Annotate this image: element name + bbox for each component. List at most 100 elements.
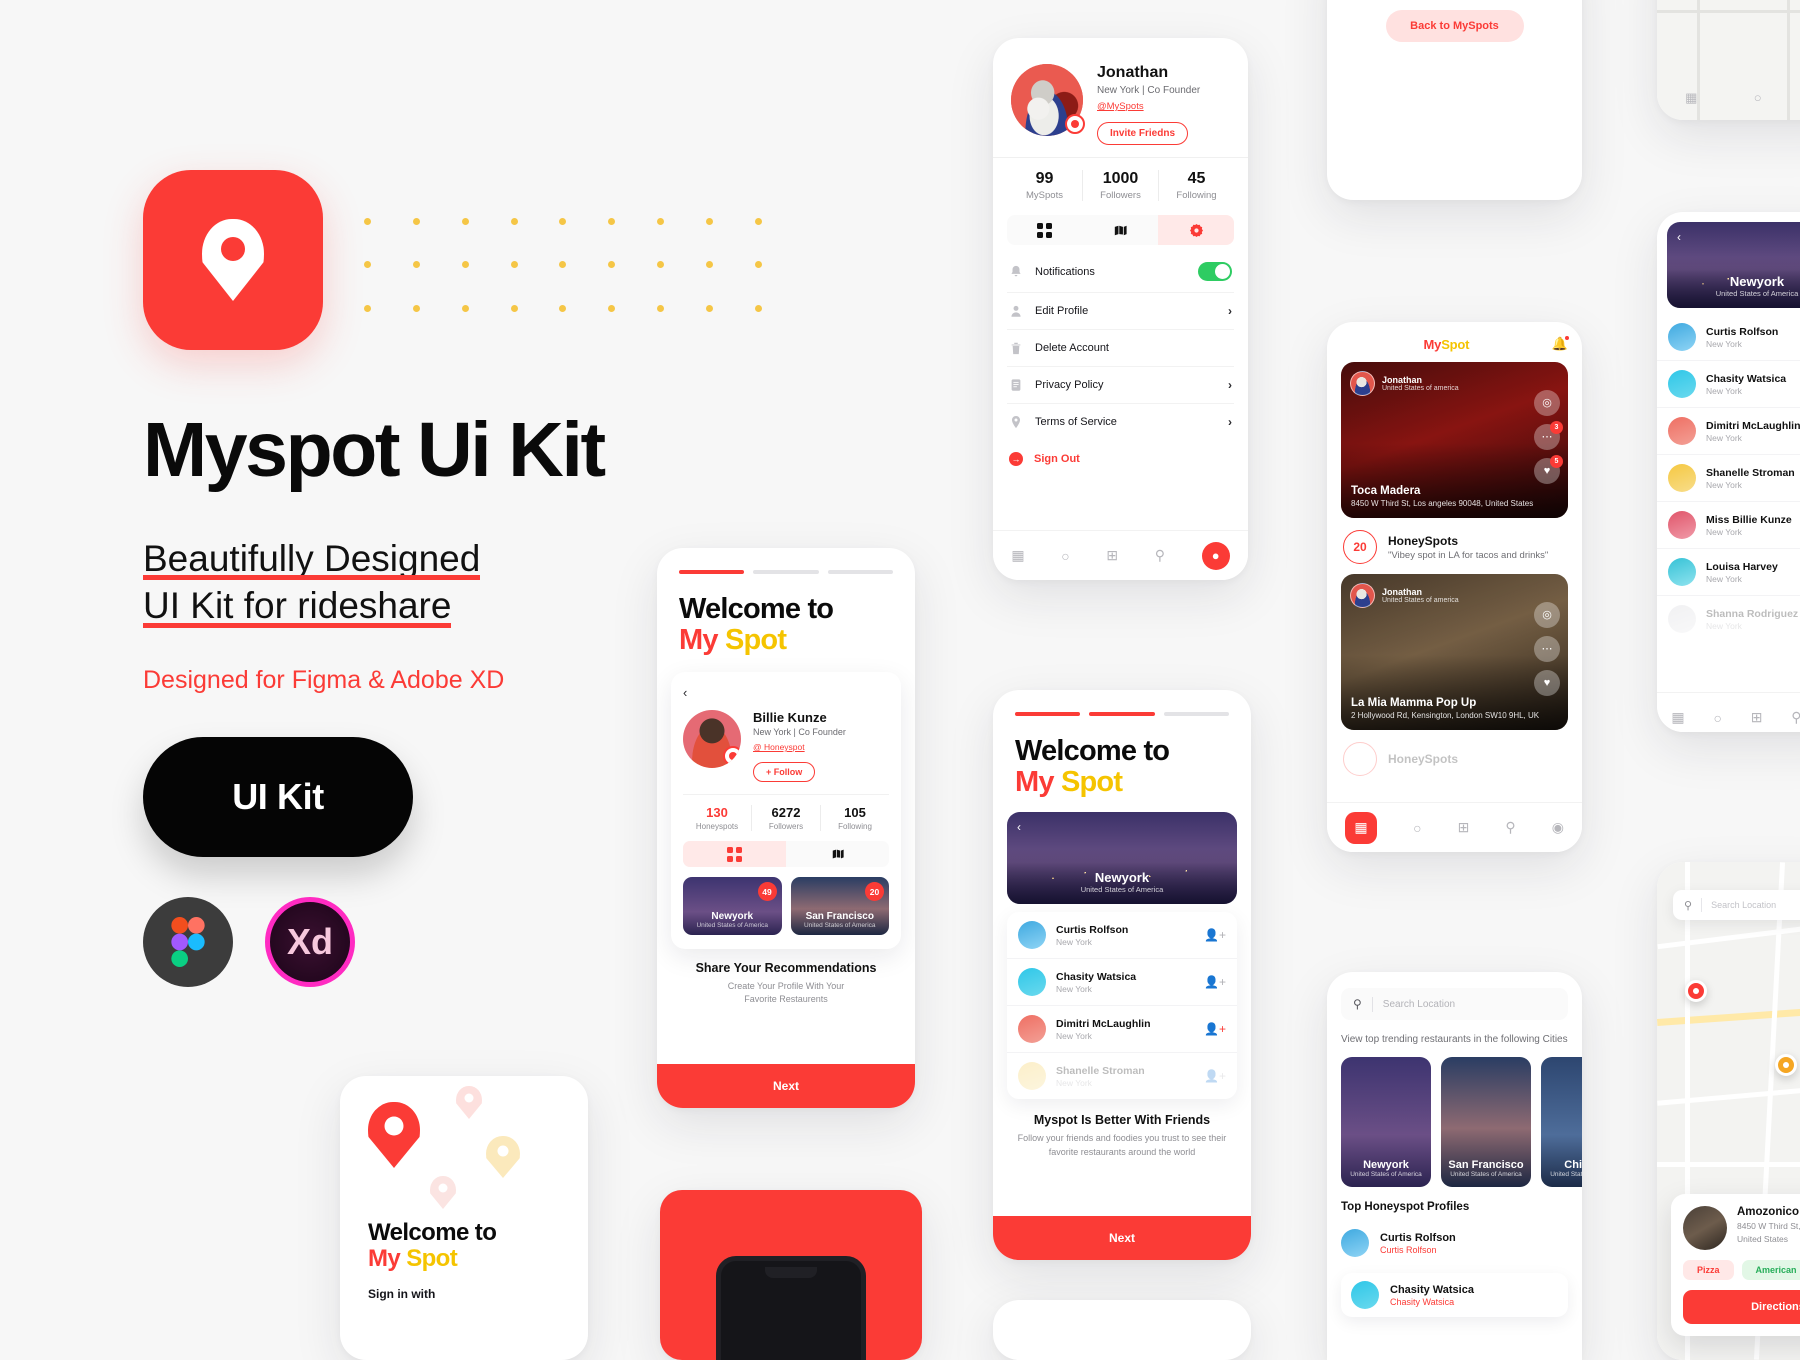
invite-friends-button[interactable]: Invite Friedns <box>1097 122 1189 145</box>
notification-bell-icon[interactable]: 🔔 <box>1552 336 1570 352</box>
tab-settings[interactable] <box>1158 215 1234 245</box>
tab-map[interactable] <box>1083 215 1159 245</box>
notifications-toggle[interactable] <box>1198 262 1232 281</box>
avatar <box>1668 511 1696 539</box>
map-search-input[interactable] <box>1711 900 1800 910</box>
avatar <box>1668 370 1696 398</box>
tab-map[interactable] <box>786 841 889 867</box>
next-button[interactable]: Next <box>993 1216 1251 1260</box>
comment-icon[interactable]: ⋯ <box>1534 635 1560 662</box>
sign-out-button[interactable]: → Sign Out <box>993 440 1248 466</box>
list-item[interactable]: Chasity Watsica New York 👤+ <box>1007 959 1237 1007</box>
nav-add-icon[interactable]: ⊞ <box>1751 709 1763 726</box>
nav-search-icon[interactable]: ⚲ <box>1155 547 1165 564</box>
profile-settings-screen: Jonathan New York | Co Founder @MySpots … <box>993 38 1248 580</box>
city-card-chicago[interactable]: Chicago United States of America <box>1541 1057 1582 1187</box>
menu-item-notifications[interactable]: Notifications <box>1007 251 1234 293</box>
list-item[interactable]: Shanelle Stroman New York <box>1657 455 1800 502</box>
nav-compass-icon[interactable]: ○ <box>1713 710 1721 726</box>
follow-button[interactable]: + Follow <box>753 762 816 783</box>
nav-profile-icon[interactable]: ● <box>1201 541 1230 570</box>
nav-profile-icon[interactable]: ◉ <box>1552 819 1564 836</box>
list-item[interactable]: Chasity Watsica New York <box>1657 361 1800 408</box>
back-arrow-icon[interactable]: ‹ <box>1017 820 1021 834</box>
profile-handle[interactable]: @ Honeyspot <box>753 742 805 752</box>
back-arrow-icon[interactable]: ‹ <box>683 685 687 700</box>
nav-search-icon[interactable]: ⚲ <box>1791 709 1800 726</box>
tab-grid[interactable] <box>1007 215 1083 245</box>
city-card-newyork[interactable]: 49 Newyork United States of America <box>683 877 782 936</box>
city-card-san-francisco[interactable]: 20 San Francisco United States of Americ… <box>790 877 889 936</box>
welcome-title: Welcome to My Spot <box>368 1219 588 1273</box>
city-country: United States of America <box>1080 885 1164 895</box>
list-item[interactable]: Shanelle Stroman New York 👤+ <box>1007 1053 1237 1099</box>
search-location-bar[interactable]: ⚲ <box>1341 988 1568 1020</box>
search-input[interactable] <box>1382 998 1556 1010</box>
back-arrow-icon[interactable]: ‹ <box>1677 230 1681 244</box>
menu-item-delete-account[interactable]: Delete Account <box>1007 330 1234 367</box>
feed-post-card[interactable]: Jonathan United States of america ◎ ⋯ ♥ … <box>1341 574 1568 730</box>
heart-icon[interactable]: ♥ 5 <box>1534 454 1563 484</box>
directions-button[interactable]: Directions <box>1683 1290 1800 1324</box>
figma-icon[interactable] <box>143 896 233 987</box>
add-friend-icon[interactable]: 👤+ <box>1204 1022 1226 1036</box>
post-user-country: United States of america <box>1382 597 1459 604</box>
add-friend-icon[interactable]: 👤+ <box>1204 1069 1226 1083</box>
sign-in-label: Sign in with <box>368 1286 436 1301</box>
tag-pizza[interactable]: Pizza <box>1683 1260 1734 1280</box>
list-item[interactable]: Shanna Rodriguez New York <box>1657 596 1800 642</box>
menu-item-privacy-policy[interactable]: Privacy Policy › <box>1007 367 1234 404</box>
adobe-xd-icon[interactable]: Xd <box>265 896 355 987</box>
nav-feed-icon[interactable]: ▦ <box>1011 547 1024 564</box>
post-caption: Toca Madera 8450 W Third St, Los angeles… <box>1351 485 1533 508</box>
map-pin-yellow[interactable] <box>1775 1054 1797 1076</box>
friend-name: Chasity Watsica <box>1056 970 1137 983</box>
list-item[interactable]: Chasity Watsica Chasity Watsica <box>1341 1273 1568 1317</box>
city-card-newyork[interactable]: Newyork United States of America <box>1341 1057 1431 1187</box>
nav-add-icon[interactable]: ⊞ <box>1458 819 1470 836</box>
friend-name: Chasity Watsica <box>1706 372 1787 385</box>
device-showcase-block <box>660 1190 922 1360</box>
city-card-san-francisco[interactable]: San Francisco United States of America <box>1441 1057 1531 1187</box>
pin-icon[interactable]: ◎ <box>1534 389 1560 416</box>
map-search-bar[interactable]: ⚲ <box>1673 890 1800 920</box>
list-item[interactable]: Dimitri McLaughlin New York 👤+ <box>1007 1006 1237 1054</box>
friend-city: New York <box>1706 573 1742 584</box>
profile-handle[interactable]: @MySpots <box>1097 101 1144 112</box>
tag-american[interactable]: American <box>1741 1260 1800 1280</box>
list-item[interactable]: Dimitri McLaughlin New York <box>1657 408 1800 455</box>
menu-item-label: Notifications <box>1035 265 1095 278</box>
profile-stats: 99 MySpots 1000 Followers 45 Following <box>993 157 1248 211</box>
comment-icon[interactable]: ⋯ 3 <box>1534 420 1563 450</box>
map-pin-red[interactable] <box>1685 980 1707 1002</box>
feed-post-card[interactable]: Jonathan United States of america ◎ ⋯ 3 ♥… <box>1341 362 1568 518</box>
friend-name: Curtis Rolfson <box>1706 325 1779 338</box>
next-button[interactable]: Next <box>657 1064 915 1108</box>
nav-feed-icon[interactable]: ▦ <box>1345 811 1378 844</box>
nav-add-icon[interactable]: ⊞ <box>1106 547 1118 564</box>
list-item[interactable]: Miss Billie Kunze New York <box>1657 502 1800 549</box>
add-friend-icon[interactable]: 👤+ <box>1204 975 1226 989</box>
nav-compass-icon[interactable]: ○ <box>1061 548 1069 564</box>
stat-label: Followers <box>1100 190 1141 201</box>
nav-search-icon[interactable]: ⚲ <box>1505 819 1515 836</box>
pin-icon[interactable]: ◎ <box>1534 601 1560 628</box>
tab-grid[interactable] <box>683 841 786 868</box>
ui-kit-button[interactable]: UI Kit <box>143 736 413 857</box>
avatar <box>1668 558 1696 586</box>
post-user-name: Jonathan <box>1382 375 1423 385</box>
menu-item-edit-profile[interactable]: Edit Profile › <box>1007 293 1234 330</box>
back-to-myspots-button[interactable]: Back to MySpots <box>1385 10 1524 42</box>
menu-item-terms-of-service[interactable]: Terms of Service › <box>1007 404 1234 440</box>
nav-feed-icon[interactable]: ▦ <box>1671 709 1684 726</box>
add-friend-icon[interactable]: 👤+ <box>1204 928 1226 942</box>
nav-compass-icon[interactable]: ○ <box>1413 820 1421 836</box>
stat-label: Following <box>1176 190 1217 201</box>
list-item[interactable]: Curtis Rolfson Curtis Rolfson <box>1341 1222 1568 1264</box>
list-item[interactable]: Curtis Rolfson New York 👤+ <box>1007 912 1237 960</box>
list-item[interactable]: Curtis Rolfson New York <box>1657 314 1800 361</box>
nav-feed-icon[interactable]: ▦ <box>1685 90 1697 106</box>
nav-compass-icon[interactable]: ○ <box>1754 90 1762 106</box>
list-item[interactable]: Louisa Harvey New York <box>1657 549 1800 596</box>
heart-icon[interactable]: ♥ <box>1534 669 1560 696</box>
